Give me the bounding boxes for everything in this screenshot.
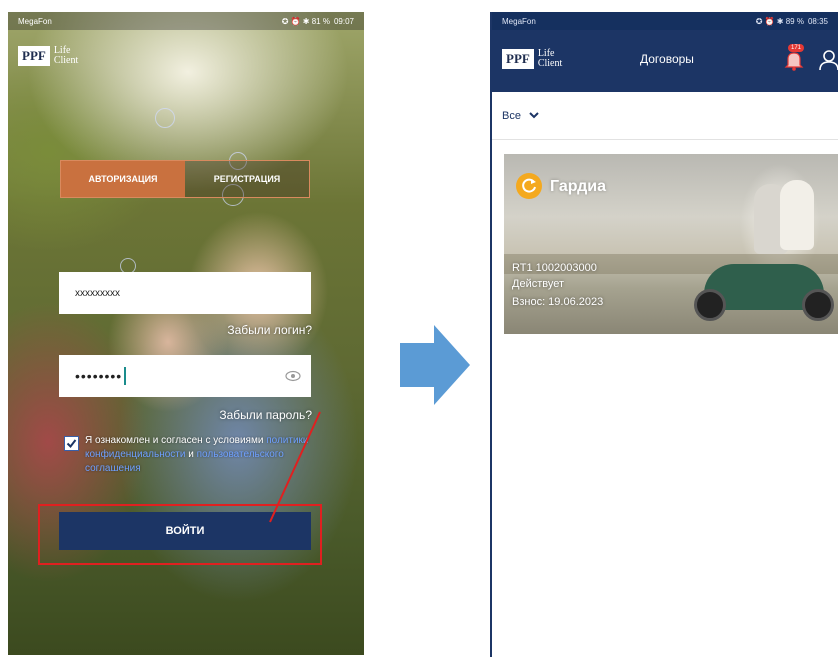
- filter-value: Все: [502, 109, 521, 122]
- photo-wheel: [802, 289, 834, 321]
- user-icon[interactable]: [818, 48, 838, 72]
- logo-brand: PPF: [502, 49, 534, 69]
- photo-wheel: [694, 289, 726, 321]
- status-bar: MegaFon ✪ ⏰ ✱ 89 % 08:35: [492, 12, 838, 30]
- app-header: PPF Life Client Договоры 171: [492, 30, 838, 92]
- contract-card[interactable]: Гардиа RT1 1002003000 Действует Взнос: 1…: [504, 154, 838, 334]
- chevron-down-icon: [529, 112, 539, 119]
- filter-dropdown[interactable]: Все: [492, 92, 838, 140]
- app-logo: PPF Life Client: [502, 49, 562, 69]
- notifications-badge: 171: [788, 44, 805, 52]
- status-icons: ✪ ⏰ ✱ 89 %: [755, 16, 804, 26]
- page-title: Договоры: [640, 52, 694, 66]
- contracts-screen: MegaFon ✪ ⏰ ✱ 89 % 08:35 PPF Life Client…: [490, 12, 838, 657]
- clock: 08:35: [807, 16, 828, 26]
- carrier-label: MegaFon: [502, 16, 536, 26]
- login-screen: MegaFon ✪ ⏰ ✱ 81 % 09:07 PPF Life Client…: [8, 12, 364, 655]
- card-title: Гардиа: [550, 178, 607, 195]
- photo-rider: [780, 180, 814, 250]
- payment-date: Взнос: 19.06.2023: [512, 296, 604, 308]
- refresh-icon: [516, 173, 542, 199]
- annotation-line: [269, 411, 321, 523]
- contract-number: RT1 1002003000: [512, 262, 597, 274]
- right-arrow-icon: [400, 325, 470, 405]
- contract-status: Действует: [512, 278, 565, 290]
- logo-subtitle: Life Client: [537, 48, 563, 69]
